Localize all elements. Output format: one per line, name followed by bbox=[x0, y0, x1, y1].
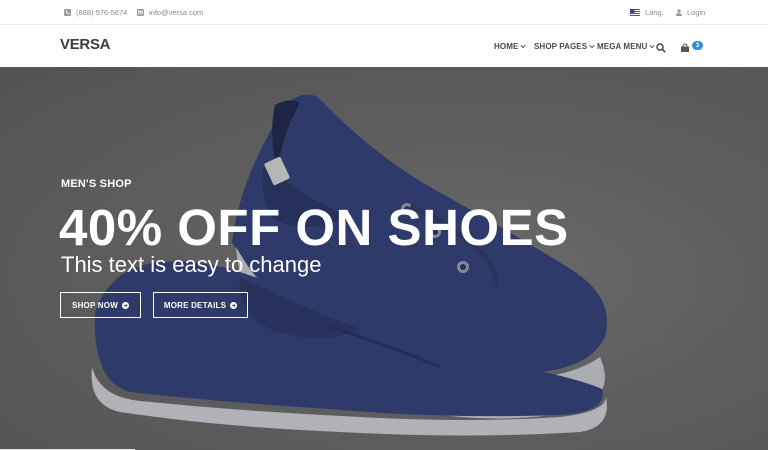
user-icon bbox=[676, 9, 682, 16]
hero-banner: MEN'S SHOP 40% OFF ON SHOES This text is… bbox=[0, 67, 768, 450]
circle-arrow-right-icon bbox=[121, 301, 129, 309]
more-details-button[interactable]: MORE DETAILS bbox=[153, 292, 248, 318]
hero-headline: 40% OFF ON SHOES bbox=[59, 199, 569, 256]
language-label: Lang. bbox=[645, 8, 664, 17]
chevron-down-icon bbox=[520, 44, 526, 49]
language-selector[interactable]: Lang. bbox=[630, 0, 664, 25]
nav-item-mega-menu[interactable]: MEGA MENU bbox=[597, 25, 655, 67]
mail-icon bbox=[137, 9, 144, 16]
hero-eyebrow: MEN'S SHOP bbox=[61, 178, 132, 190]
us-flag-icon bbox=[630, 9, 640, 16]
nav-item-label: MEGA MENU bbox=[597, 41, 648, 51]
button-label: MORE DETAILS bbox=[163, 300, 227, 310]
site-logo[interactable]: VERSA bbox=[60, 36, 110, 53]
main-header: VERSA HOME SHOP PAGES MEGA MENU 3 bbox=[0, 25, 768, 67]
circle-arrow-right-icon bbox=[230, 301, 238, 309]
chevron-down-icon bbox=[589, 44, 595, 49]
cart-icon[interactable] bbox=[680, 40, 690, 58]
nav-item-shop-pages[interactable]: SHOP PAGES bbox=[534, 25, 595, 67]
shop-now-button[interactable]: SHOP NOW bbox=[60, 292, 141, 318]
cart-count-badge[interactable]: 3 bbox=[692, 41, 703, 50]
top-bar: (888) 576-5674 info@versa.com Lang. Logi… bbox=[0, 0, 768, 25]
hero-subline: This text is easy to change bbox=[61, 252, 322, 277]
email-address: info@versa.com bbox=[149, 8, 204, 17]
nav-item-label: HOME bbox=[494, 41, 519, 51]
login-link[interactable]: Login bbox=[676, 0, 705, 25]
phone-number: (888) 576-5674 bbox=[76, 8, 128, 17]
chevron-down-icon bbox=[649, 44, 655, 49]
email-contact[interactable]: info@versa.com bbox=[137, 0, 203, 25]
search-icon[interactable] bbox=[656, 40, 666, 58]
phone-icon bbox=[64, 9, 71, 16]
button-label: SHOP NOW bbox=[72, 300, 118, 310]
phone-contact[interactable]: (888) 576-5674 bbox=[64, 0, 127, 25]
login-label: Login bbox=[687, 8, 706, 17]
nav-item-home[interactable]: HOME bbox=[494, 25, 526, 67]
nav-item-label: SHOP PAGES bbox=[534, 41, 588, 51]
